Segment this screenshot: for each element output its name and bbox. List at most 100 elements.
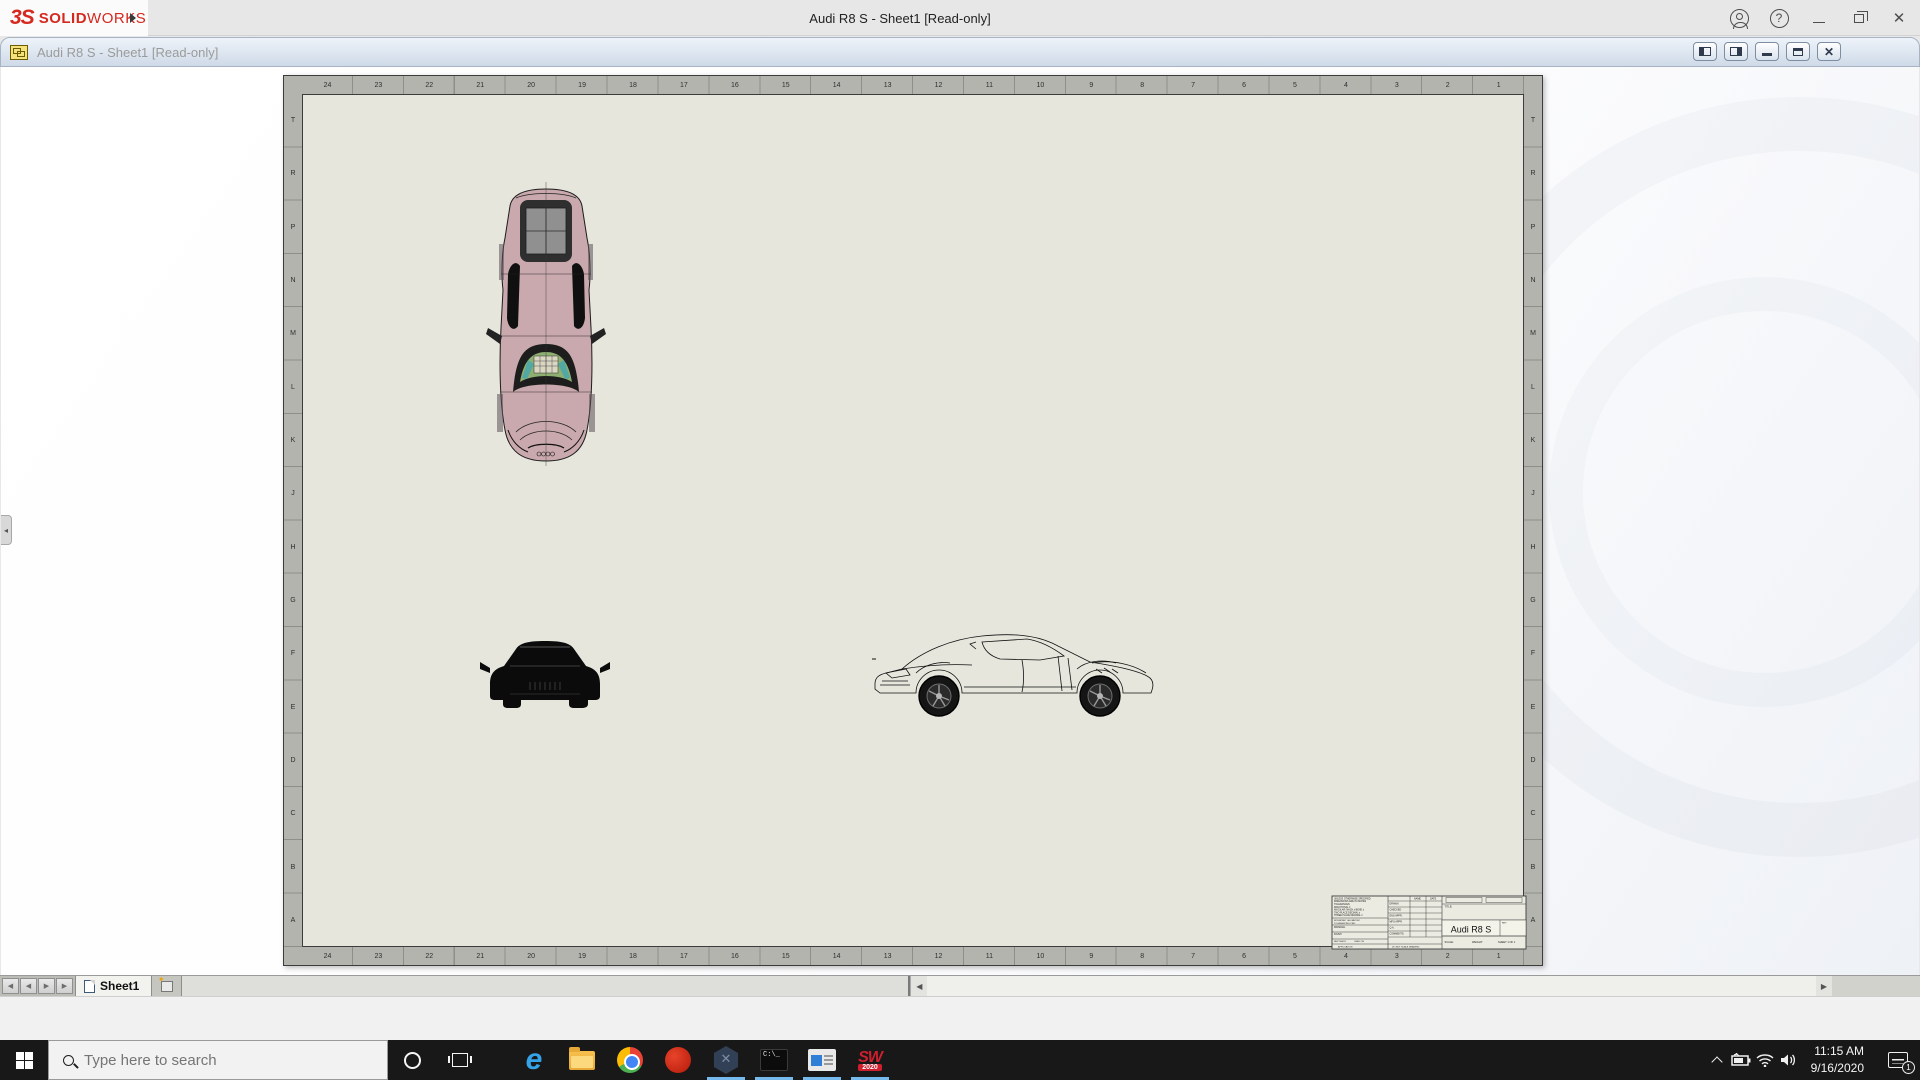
app-window-button[interactable] [798, 1040, 846, 1080]
volume-icon [1780, 1053, 1798, 1067]
system-tray: 11:15 AM 9/16/2020 1 [1705, 1040, 1920, 1080]
chrome-icon [617, 1047, 643, 1073]
hexagon-app-icon [712, 1046, 740, 1074]
start-button[interactable] [0, 1040, 48, 1080]
document-window-controls: ✕ [1693, 42, 1841, 61]
sheet-page-icon [84, 980, 95, 993]
svg-text:ANGULAR: MACH ± BEND ±: ANGULAR: MACH ± BEND ± [1334, 909, 1365, 912]
cortana-button[interactable] [388, 1040, 436, 1080]
command-prompt-icon: C:\_ [760, 1049, 788, 1071]
minimize-button[interactable] [1806, 5, 1832, 31]
add-sheet-tab[interactable] [152, 976, 182, 996]
svg-text:UNLESS OTHERWISE SPECIFIED:: UNLESS OTHERWISE SPECIFIED: [1334, 898, 1371, 900]
svg-text:DIMENSIONS ARE IN INCHES: DIMENSIONS ARE IN INCHES [1334, 900, 1367, 903]
view-side[interactable] [872, 635, 1153, 716]
svg-text:SCALE:: SCALE: [1445, 940, 1455, 944]
doc-pane-right-button[interactable] [1724, 42, 1748, 61]
chrome-button[interactable] [606, 1040, 654, 1080]
doc-close-button[interactable]: ✕ [1817, 42, 1841, 61]
edge-icon: e [526, 1045, 543, 1075]
drawing-document-icon [10, 45, 28, 60]
windows-logo-icon [16, 1052, 33, 1069]
solidworks-icon: SW 2020 [858, 1050, 882, 1071]
person-icon [1736, 13, 1743, 20]
screen: 3S SOLIDWORKS Audi R8 S - Sheet1 [Read-o… [0, 0, 1920, 1080]
horizontal-scrollbar[interactable]: ◀ ▶ [910, 976, 1832, 996]
svg-text:FRACTIONAL ±: FRACTIONAL ± [1334, 906, 1351, 909]
wifi-icon [1756, 1053, 1774, 1067]
volume-button[interactable] [1777, 1040, 1801, 1080]
status-bar [0, 996, 1920, 1040]
feature-panel-collapse-handle[interactable]: ◂ [1, 515, 12, 545]
task-view-button[interactable] [436, 1040, 484, 1080]
battery-button[interactable] [1729, 1040, 1753, 1080]
taskbar: e C:\_ SW 2020 [0, 1040, 1920, 1080]
question-icon: ? [1770, 9, 1789, 28]
file-explorer-button[interactable] [558, 1040, 606, 1080]
taskbar-clock[interactable]: 11:15 AM 9/16/2020 [1811, 1043, 1864, 1078]
svg-text:CHECKED: CHECKED [1390, 909, 1402, 912]
clock-date: 9/16/2020 [1811, 1060, 1864, 1077]
svg-text:APPLICATION: APPLICATION [1338, 945, 1353, 948]
minimize-icon [1813, 22, 1825, 23]
hidden-icons-button[interactable] [1705, 1040, 1729, 1080]
edrawings-button[interactable] [702, 1040, 750, 1080]
svg-text:WEIGHT:: WEIGHT: [1472, 940, 1483, 944]
rear-wheel [1080, 676, 1120, 716]
chevron-up-icon [1711, 1056, 1722, 1067]
restore-button[interactable] [1846, 5, 1872, 31]
solidworks-2020-button[interactable]: SW 2020 [846, 1040, 894, 1080]
drawing-views: UNLESS OTHERWISE SPECIFIED: DIMENSIONS A… [284, 76, 1544, 967]
account-button[interactable] [1726, 5, 1752, 31]
doc-minimize-button[interactable] [1755, 42, 1779, 61]
app-window-icon [808, 1049, 836, 1071]
previous-sheet-button[interactable]: ◀ [20, 978, 37, 994]
svg-text:TOLERANCING PER:: TOLERANCING PER: [1334, 922, 1356, 925]
view-top-plan[interactable] [486, 182, 606, 466]
svg-text:DATE: DATE [1430, 898, 1437, 901]
doc-close-icon: ✕ [1824, 45, 1834, 59]
doc-pane-left-button[interactable] [1693, 42, 1717, 61]
svg-text:MATERIAL: MATERIAL [1334, 926, 1346, 929]
tab-sheet1[interactable]: Sheet1 [75, 976, 152, 996]
svg-text:TITLE:: TITLE: [1445, 905, 1453, 909]
front-wheel [919, 676, 959, 716]
svg-text:REV: REV [1502, 923, 1507, 925]
scroll-left-button[interactable]: ◀ [911, 976, 927, 996]
next-sheet-button[interactable]: ▶ [38, 978, 55, 994]
search-icon [63, 1055, 74, 1066]
svg-text:TOLERANCES:: TOLERANCES: [1334, 903, 1351, 906]
svg-text:DO NOT SCALE DRAWING: DO NOT SCALE DRAWING [1392, 945, 1420, 948]
app-titlebar: 3S SOLIDWORKS Audi R8 S - Sheet1 [Read-o… [0, 0, 1920, 36]
restore-icon [1854, 14, 1864, 23]
view-front[interactable] [480, 641, 610, 708]
svg-text:TWO PLACE DECIMAL ±: TWO PLACE DECIMAL ± [1334, 911, 1361, 914]
graphics-viewport[interactable]: ◂ 24232221201918171615141312111098765432… [1, 67, 1919, 975]
document-titlebar[interactable]: Audi R8 S - Sheet1 [Read-only] ✕ [0, 37, 1920, 67]
svg-text:FINISH: FINISH [1334, 934, 1342, 936]
pinned-apps: e C:\_ SW 2020 [510, 1040, 894, 1080]
capture-tool-button[interactable] [654, 1040, 702, 1080]
close-button[interactable]: ✕ [1886, 5, 1912, 31]
sheet-tab-label: Sheet1 [100, 979, 139, 993]
command-prompt-button[interactable]: C:\_ [750, 1040, 798, 1080]
svg-text:USED ON: USED ON [1354, 941, 1364, 943]
edge-button[interactable]: e [510, 1040, 558, 1080]
doc-restore-button[interactable] [1786, 42, 1810, 61]
clock-time: 11:15 AM [1811, 1043, 1864, 1060]
search-input[interactable] [84, 1052, 334, 1069]
svg-text:ENG APPR.: ENG APPR. [1390, 915, 1403, 918]
action-center-button[interactable]: 1 [1876, 1040, 1920, 1080]
first-sheet-button[interactable]: ◀ [2, 978, 19, 994]
pane-left-icon [1699, 47, 1711, 56]
cortana-icon [404, 1052, 421, 1069]
last-sheet-button[interactable]: ▶ [56, 978, 73, 994]
help-button[interactable]: ? [1766, 5, 1792, 31]
wifi-button[interactable] [1753, 1040, 1777, 1080]
sheet-nav-buttons: ◀ ◀ ▶ ▶ [0, 976, 75, 996]
close-icon: ✕ [1893, 9, 1906, 27]
doc-minimize-icon [1762, 53, 1772, 56]
taskbar-search[interactable] [48, 1040, 388, 1080]
drawing-sheet[interactable]: 242322212019181716151413121110987654321 … [283, 75, 1543, 966]
scroll-right-button[interactable]: ▶ [1816, 976, 1832, 996]
